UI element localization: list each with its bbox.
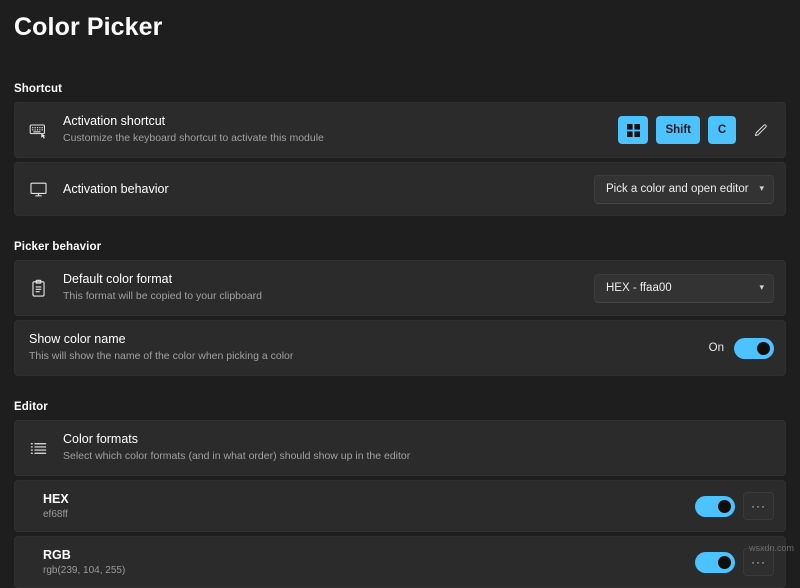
color-format-rgb-sample: rgb(239, 104, 255)	[43, 565, 126, 576]
activation-behavior-control: Pick a color and open editor ▾	[594, 174, 774, 204]
default-color-format-text: Default color format This format will be…	[63, 271, 582, 304]
toggle-knob	[757, 341, 770, 355]
color-format-hex-text: HEX ef68ff	[43, 492, 683, 520]
show-color-name-text: Show color name This will show the name …	[29, 331, 697, 364]
color-formats-subtitle: Select which color formats (and in what …	[63, 450, 411, 463]
color-format-hex-sample: ef68ff	[43, 509, 68, 520]
keyboard-icon	[29, 121, 55, 140]
color-formats-row[interactable]: Color formats Select which color formats…	[14, 420, 786, 476]
pencil-icon[interactable]	[746, 116, 774, 144]
activation-shortcut-title: Activation shortcut	[63, 114, 166, 129]
chevron-down-icon: ▾	[759, 281, 764, 292]
activation-behavior-text: Activation behavior	[63, 181, 582, 198]
default-color-format-row[interactable]: Default color format This format will be…	[14, 260, 786, 316]
default-color-format-dropdown[interactable]: HEX - ffaa00 ▾	[594, 273, 774, 303]
color-formats-text: Color formats Select which color formats…	[63, 431, 774, 464]
page-title: Color Picker	[14, 13, 163, 41]
color-format-hex-toggle[interactable]	[695, 495, 735, 517]
activation-shortcut-subtitle: Customize the keyboard shortcut to activ…	[63, 132, 324, 145]
shortcut-keys: Shift C	[618, 116, 774, 144]
color-format-rgb-text: RGB rgb(239, 104, 255)	[43, 548, 683, 576]
clipboard-icon	[29, 279, 55, 298]
activation-behavior-title: Activation behavior	[63, 181, 169, 196]
default-color-format-dropdown-value: HEX - ffaa00	[606, 282, 672, 294]
color-format-hex-name: HEX	[43, 492, 69, 506]
color-format-item-rgb[interactable]: RGB rgb(239, 104, 255) ···	[14, 536, 786, 588]
key-windows[interactable]	[618, 116, 649, 144]
section-header-shortcut: Shortcut	[14, 83, 63, 95]
chevron-down-icon: ▾	[759, 182, 764, 193]
watermark: wsxdn.com	[748, 543, 794, 553]
settings-content: Shortcut Activation shortcut Customize t…	[0, 83, 800, 588]
show-color-name-toggle-wrap: On	[708, 337, 774, 359]
toggle-knob	[718, 555, 731, 569]
show-color-name-control: On	[708, 337, 774, 359]
section-header-picker-behavior: Picker behavior	[14, 241, 102, 253]
section-header-editor: Editor	[14, 401, 48, 413]
activation-behavior-dropdown[interactable]: Pick a color and open editor ▾	[594, 174, 774, 204]
color-format-rgb-name: RGB	[43, 548, 71, 562]
color-format-hex-controls: ···	[695, 492, 774, 520]
color-formats-title: Color formats	[63, 432, 139, 447]
activation-behavior-row[interactable]: Activation behavior Pick a color and ope…	[14, 162, 786, 216]
color-format-item-hex[interactable]: HEX ef68ff ···	[14, 480, 786, 532]
key-shift[interactable]: Shift	[656, 116, 700, 144]
activation-shortcut-row[interactable]: Activation shortcut Customize the keyboa…	[14, 102, 786, 158]
windows-logo-icon	[626, 123, 640, 137]
key-c[interactable]: C	[708, 116, 736, 144]
show-color-name-toggle[interactable]	[734, 337, 774, 359]
list-icon	[29, 439, 55, 458]
activation-shortcut-text: Activation shortcut Customize the keyboa…	[63, 113, 606, 146]
show-color-name-row[interactable]: Show color name This will show the name …	[14, 320, 786, 376]
show-color-name-toggle-label: On	[708, 342, 724, 354]
show-color-name-title: Show color name	[29, 332, 126, 347]
show-color-name-subtitle: This will show the name of the color whe…	[29, 350, 294, 363]
default-color-format-subtitle: This format will be copied to your clipb…	[63, 290, 263, 303]
default-color-format-title: Default color format	[63, 272, 173, 287]
monitor-icon	[29, 180, 55, 199]
default-color-format-control: HEX - ffaa00 ▾	[594, 273, 774, 303]
activation-behavior-dropdown-value: Pick a color and open editor	[606, 183, 749, 195]
color-format-hex-more-button[interactable]: ···	[743, 492, 774, 520]
toggle-knob	[718, 499, 731, 513]
